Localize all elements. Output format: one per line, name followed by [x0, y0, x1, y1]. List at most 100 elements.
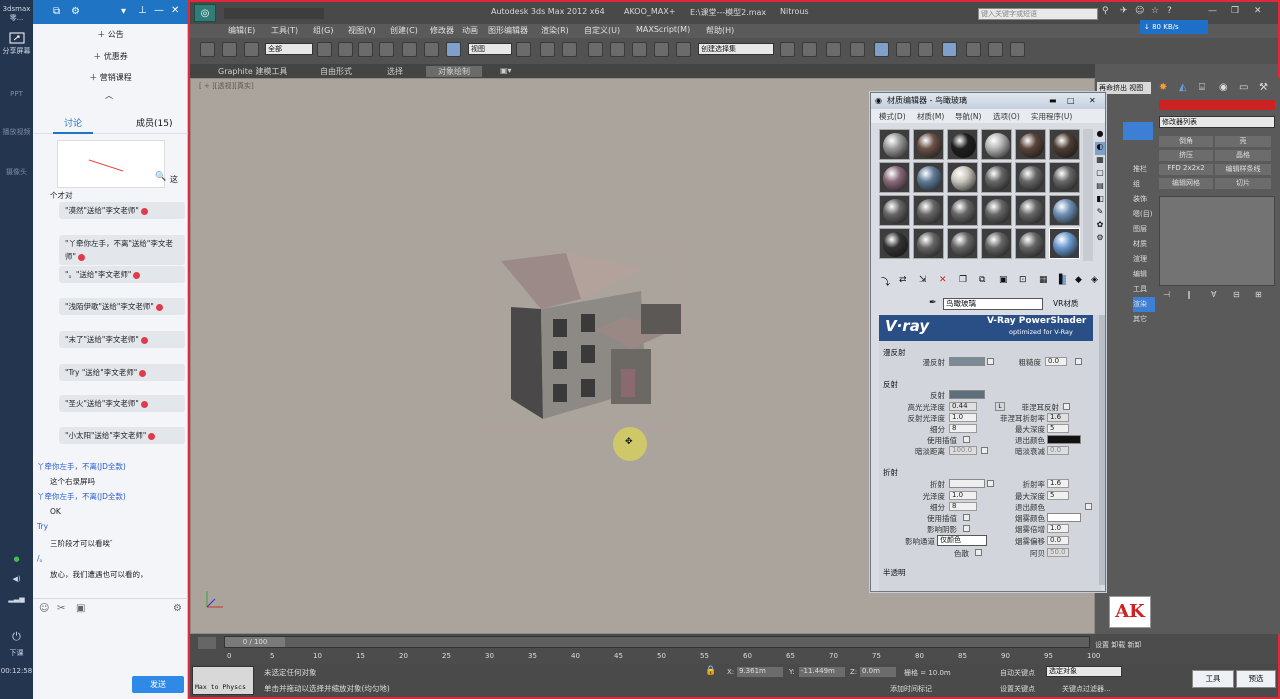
material-sample-slot[interactable]	[981, 228, 1012, 259]
close-icon[interactable]: ✕	[171, 5, 179, 16]
new-unload-label[interactable]: 新卸	[1127, 641, 1141, 649]
get-material-icon[interactable]: ⤵	[881, 275, 890, 288]
mated-menu-options[interactable]: 选项(O)	[993, 111, 1020, 122]
teapot-icon[interactable]	[1010, 42, 1025, 57]
material-sample-slot[interactable]	[1049, 228, 1080, 259]
chat-settings-icon[interactable]: ⚙	[173, 603, 182, 614]
window-crossing-icon[interactable]	[379, 42, 394, 57]
quick-access-toolbar[interactable]	[224, 8, 324, 19]
menu-view[interactable]: 视图(V)	[348, 25, 376, 36]
ior-field[interactable]: 1.6	[1047, 479, 1069, 488]
mated-menu-navigation[interactable]: 导航(N)	[955, 111, 981, 122]
unload-label[interactable]: 卸载	[1111, 641, 1125, 649]
assign-material-icon[interactable]: ⇲	[919, 275, 927, 285]
lock-selection-icon[interactable]: 🔒	[705, 666, 716, 676]
modifier-btn[interactable]: 切片	[1215, 178, 1271, 189]
reset-material-icon[interactable]: ✕	[939, 275, 947, 285]
make-preview-icon[interactable]: ◧	[1095, 194, 1105, 207]
side-item[interactable]: 编辑	[1133, 267, 1155, 282]
menu-customize[interactable]: 自定义(U)	[584, 25, 620, 36]
go-sibling-icon[interactable]: ◈	[1091, 275, 1098, 285]
align-icon[interactable]	[802, 42, 817, 57]
side-item[interactable]: 嗯(目)	[1133, 207, 1155, 222]
mated-menu-utilities[interactable]: 实用程序(U)	[1031, 111, 1072, 122]
menu-edit[interactable]: 编辑(E)	[228, 25, 255, 36]
material-sample-slot[interactable]	[947, 162, 978, 193]
selection-filter-dropdown[interactable]: 全部	[265, 43, 313, 55]
app-logo-icon[interactable]: ◎	[194, 4, 216, 22]
ribbon-options-icon[interactable]: ▣▾	[500, 66, 512, 75]
material-type-button[interactable]: VR材质	[1049, 298, 1097, 310]
graphite-icon[interactable]	[850, 42, 865, 57]
z-coord-field[interactable]: 0.0m	[860, 667, 896, 677]
setup-label[interactable]: 设置	[1095, 641, 1109, 649]
pin-stack-icon[interactable]: ⊣	[1163, 290, 1170, 299]
menu-render[interactable]: 渲染(R)	[541, 25, 569, 36]
abbe-field[interactable]: 50.0	[1047, 548, 1069, 557]
bind-icon[interactable]	[244, 42, 259, 57]
mated-titlebar[interactable]: ◉ 材质编辑器 - 鸟瞰玻璃 ▬ □ ✕	[871, 93, 1105, 109]
infocenter-icon[interactable]: ✈	[1120, 6, 1128, 16]
refr-gloss-field[interactable]: 1.0	[949, 491, 977, 500]
x-coord-field[interactable]: 9.361m	[737, 667, 783, 677]
select-by-name-icon[interactable]	[338, 42, 353, 57]
menu-help[interactable]: 帮助(H)	[706, 25, 734, 36]
render-production-icon[interactable]	[988, 42, 1003, 57]
eyedropper-icon[interactable]: ✒	[929, 298, 937, 308]
house-model[interactable]	[471, 239, 711, 439]
select-manipulate-icon[interactable]	[540, 42, 555, 57]
script-button[interactable]: Max to Physcs	[195, 683, 246, 691]
minimize-icon[interactable]: ▾	[121, 6, 126, 17]
mated-minimize-icon[interactable]: ▬	[1049, 93, 1057, 109]
diffuse-map-button[interactable]	[987, 358, 994, 365]
dispersion-checkbox[interactable]	[975, 549, 982, 556]
spinner-snap-icon[interactable]	[654, 42, 669, 57]
maxscript-listener[interactable]: Max to Physcs	[192, 666, 254, 695]
modifier-btn[interactable]: 编辑样条线	[1215, 164, 1271, 175]
refl-gloss-field[interactable]: 1.0	[949, 413, 977, 422]
material-sample-slot[interactable]	[1015, 228, 1046, 259]
hilight-gloss-field[interactable]: 0.44	[949, 402, 977, 411]
translucency-section[interactable]: 半透明	[883, 567, 906, 578]
preset-button[interactable]: 预选	[1236, 670, 1276, 688]
help-icon[interactable]: ?	[1167, 6, 1172, 16]
put-to-scene-icon[interactable]: ⇄	[899, 275, 907, 285]
side-item[interactable]: 工具	[1133, 282, 1155, 297]
material-sample-slot[interactable]	[1049, 162, 1080, 193]
angle-snap-icon[interactable]	[610, 42, 625, 57]
side-item[interactable]: 渲染	[1133, 297, 1155, 312]
camera-button[interactable]: 摄像头	[0, 155, 33, 177]
material-sample-slot[interactable]	[879, 195, 910, 226]
video-check-icon[interactable]: ▤	[1095, 181, 1105, 194]
refr-subdiv-field[interactable]: 8	[949, 502, 977, 511]
search-icon[interactable]: ⚲	[1102, 6, 1109, 16]
modifier-list-dropdown[interactable]: 修改器列表	[1159, 116, 1275, 128]
menu-tools[interactable]: 工具(T)	[271, 25, 298, 36]
scale-icon[interactable]	[446, 42, 461, 57]
hilight-lock-button[interactable]: L	[995, 402, 1005, 411]
menu-coupon[interactable]: ＋ 优惠券	[33, 47, 188, 67]
y-coord-field[interactable]: -11.449m	[799, 667, 845, 677]
material-sample-slot[interactable]	[1049, 129, 1080, 160]
menu-course[interactable]: ＋ 营销课程	[33, 68, 188, 88]
mated-maximize-icon[interactable]: □	[1067, 93, 1075, 109]
tool-button[interactable]: 工具	[1192, 670, 1234, 688]
uv-tiling-icon[interactable]: ▢	[1095, 168, 1105, 181]
material-sample-slot[interactable]	[981, 195, 1012, 226]
side-item[interactable]: 装饰	[1133, 192, 1155, 207]
reflect-color-swatch[interactable]	[949, 390, 985, 399]
image-icon[interactable]: ▣	[76, 603, 85, 614]
layer-manager-icon[interactable]	[826, 42, 841, 57]
go-parent-icon[interactable]: ◆	[1075, 275, 1082, 285]
affect-shadows-checkbox[interactable]	[963, 525, 970, 532]
add-time-tag[interactable]: 添加时间标记	[890, 684, 932, 694]
put-library-icon[interactable]: ▣	[999, 275, 1008, 285]
window-close-icon[interactable]: ✕	[1254, 6, 1262, 16]
modifier-btn[interactable]: 挤压	[1159, 150, 1213, 161]
tab-graphite[interactable]: Graphite 建模工具	[218, 66, 287, 77]
autokey-label[interactable]: 自动关键点	[1000, 668, 1035, 678]
side-item[interactable]: 推栏	[1133, 162, 1155, 177]
refl-interp-checkbox[interactable]	[963, 436, 970, 443]
emoji-icon[interactable]: ☺	[39, 603, 49, 614]
menu-maxscript[interactable]: MAXScript(M)	[636, 25, 690, 34]
